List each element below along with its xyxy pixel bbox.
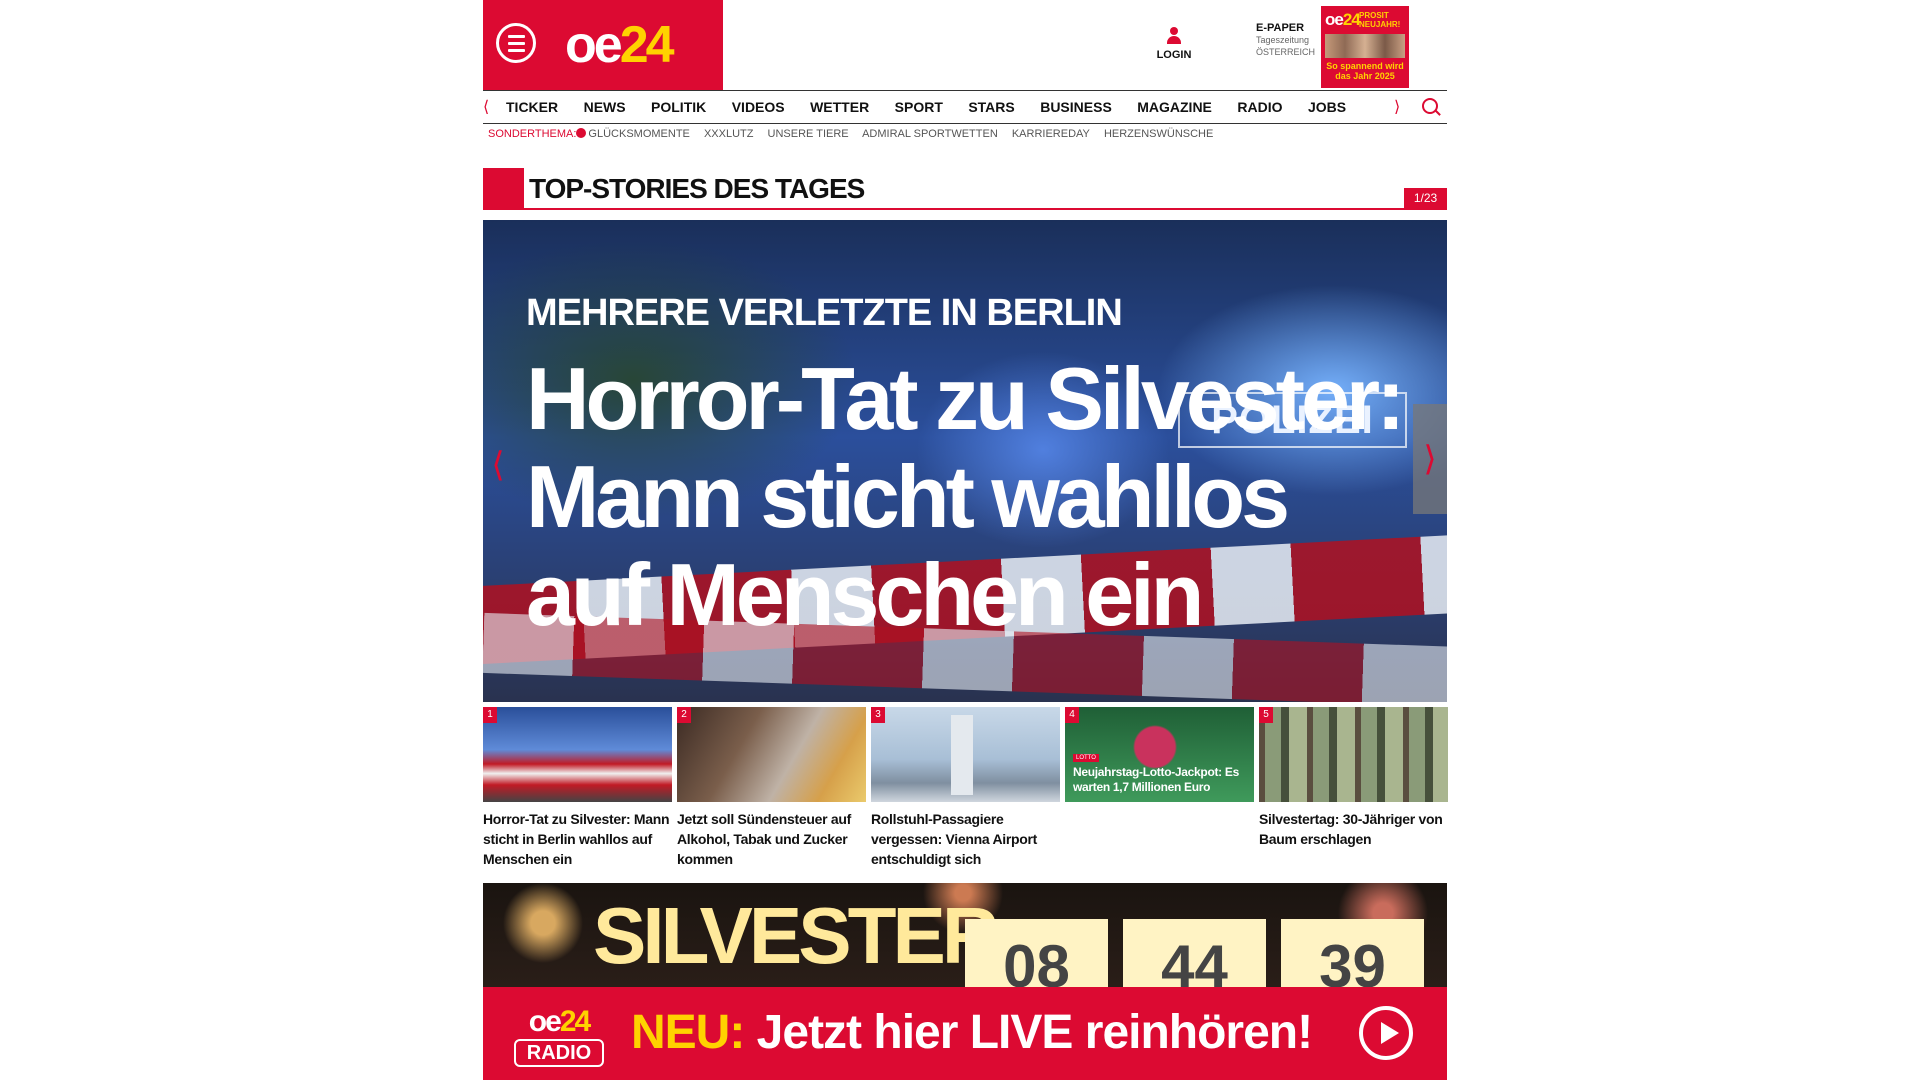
nav-prev-icon[interactable]: ⟨ [483,97,489,117]
nav-item-ticker[interactable]: TICKER [506,99,558,115]
story-caption[interactable]: Jetzt soll Sündensteuer auf Alkohol, Tab… [677,809,866,869]
story-card[interactable]: 4 LOTTO Neujahrstag-Lotto-Jackpot: Es wa… [1065,707,1254,809]
nav-item-radio[interactable]: RADIO [1237,99,1282,115]
radio-logo-label: RADIO [514,1039,604,1067]
slide-counter: 1/23 [1404,188,1447,208]
story-number: 4 [1065,707,1079,723]
search-icon[interactable] [1422,98,1438,114]
subnav-item-karriereday[interactable]: KARRIEREDAY [1012,128,1090,140]
subnav-item-herzenswuensche[interactable]: HERZENSWÜNSCHE [1104,128,1213,140]
epaper-cover-image[interactable]: oe24 PROSIT NEUJAHR! So spannend wird da… [1321,6,1409,88]
lotto-tag: LOTTO [1073,754,1099,762]
subnav-label: SONDERTHEMA: [488,128,577,140]
hero-headline[interactable]: Horror-Tat zu Silvester: Mann sticht wah… [526,350,1426,644]
story-caption[interactable]: Silvestertag: 30-Jähriger von Baum ersch… [1259,809,1448,849]
story-overlay-title[interactable]: Neujahrstag-Lotto-Jackpot: Es warten 1,7… [1073,765,1248,795]
story-number: 3 [871,707,885,723]
countdown-title: SILVESTER [593,891,1000,980]
nav-item-news[interactable]: NEWS [584,99,626,115]
subnav-item-admiral[interactable]: ADMIRAL SPORTWETTEN [862,128,998,140]
cover-photo [1325,34,1405,58]
radio-live-bar[interactable]: oe24 RADIO NEU: Jetzt hier LIVE reinhöre… [483,987,1447,1080]
epaper-subtitle: Tageszeitung [1256,35,1310,45]
story-card[interactable]: 5 Silvestertag: 30-Jähriger von Baum ers… [1259,707,1448,849]
epaper-title: E-PAPER [1256,22,1305,34]
header: oe24 LOGIN E-PAPER Tageszeitung ÖSTERREI… [483,0,1447,90]
story-image[interactable]: 5 [1259,707,1448,802]
play-icon[interactable] [1359,1006,1413,1060]
menu-icon[interactable] [496,23,536,63]
story-image[interactable]: 3 [871,707,1060,802]
countdown-seconds: 39 [1281,919,1424,987]
section-header: TOP-STORIES DES TAGES 1/23 [483,168,1447,210]
story-caption[interactable]: Rollstuhl-Passagiere vergessen: Vienna A… [871,809,1060,869]
story-image[interactable]: 4 LOTTO Neujahrstag-Lotto-Jackpot: Es wa… [1065,707,1254,802]
nav-item-politik[interactable]: POLITIK [651,99,706,115]
subnav-item-unsere-tiere[interactable]: UNSERE TIERE [768,128,849,140]
hero-kicker: MEHRERE VERLETZTE IN BERLIN [526,292,1123,334]
section-accent [483,168,524,210]
story-number: 5 [1259,707,1273,723]
main-nav: ⟨ TICKER NEWS POLITIK VIDEOS WETTER SPOR… [483,90,1447,124]
countdown-minutes: 44 [1123,919,1266,987]
countdown-hours: 08 [965,919,1108,987]
nav-item-magazine[interactable]: MAGAZINE [1137,99,1212,115]
radio-logo-brand: oe24 [528,1005,591,1038]
nav-item-sport[interactable]: SPORT [895,99,943,115]
section-title: TOP-STORIES DES TAGES [529,173,865,204]
nav-item-jobs[interactable]: JOBS [1308,99,1346,115]
story-number: 1 [483,707,497,723]
subnav-item-xxxlutz[interactable]: XXXLUTZ [704,128,754,140]
epaper-country: ÖSTERREICH [1256,47,1316,57]
nav-list: TICKER NEWS POLITIK VIDEOS WETTER SPORT … [506,99,1367,117]
story-image[interactable]: 1 [483,707,672,802]
radio-cta[interactable]: NEU: Jetzt hier LIVE reinhören! [631,1004,1313,1062]
story-card[interactable]: 1 Horror-Tat zu Silvester: Mann sticht i… [483,707,672,869]
hero-prev-icon[interactable]: ⟨ [483,410,513,520]
subnav: SONDERTHEMA: GLÜCKSMOMENTE XXXLUTZ UNSERE… [488,128,1224,140]
silvester-countdown-banner[interactable]: SILVESTER 08 44 39 [483,883,1447,987]
section-divider [524,208,1447,210]
radio-new-label: NEU: [631,1006,745,1059]
nav-item-wetter[interactable]: WETTER [810,99,869,115]
story-card[interactable]: 3 Rollstuhl-Passagiere vergessen: Vienna… [871,707,1060,869]
radio-cta-text: Jetzt hier LIVE reinhören! [756,1006,1313,1059]
nav-item-business[interactable]: BUSINESS [1040,99,1112,115]
login-label: LOGIN [1156,49,1192,61]
page: oe24 LOGIN E-PAPER Tageszeitung ÖSTERREI… [483,0,1448,1080]
nav-item-videos[interactable]: VIDEOS [732,99,785,115]
logo-area[interactable]: oe24 [483,0,723,90]
login-button[interactable]: LOGIN [1154,27,1194,61]
story-caption[interactable]: Horror-Tat zu Silvester: Mann sticht in … [483,809,672,869]
cover-logo: oe24 [1325,10,1361,29]
cover-teaser: So spannend wird das Jahr 2025 [1326,61,1404,81]
user-icon [1167,27,1181,45]
nav-next-icon[interactable]: ⟩ [1394,97,1400,117]
story-number: 2 [677,707,691,723]
subnav-item-gluecksmomente[interactable]: GLÜCKSMOMENTE [588,128,689,140]
cover-headline: PROSIT NEUJAHR! [1359,11,1401,29]
story-strip: 1 Horror-Tat zu Silvester: Mann sticht i… [483,707,1448,882]
site-logo[interactable]: oe24 [565,15,675,75]
airport-tower [951,715,973,795]
nav-item-stars[interactable]: STARS [968,99,1014,115]
hero-story[interactable]: POLIZEI MEHRERE VERLETZTE IN BERLIN Horr… [483,220,1447,702]
clover-icon [576,128,587,138]
hero-next-icon[interactable]: ⟩ [1413,404,1447,514]
epaper-link[interactable]: E-PAPER Tageszeitung ÖSTERREICH [1256,22,1326,58]
story-image[interactable]: 2 [677,707,866,802]
story-card[interactable]: 2 Jetzt soll Sündensteuer auf Alkohol, T… [677,707,866,869]
radio-logo: oe24 RADIO [514,1007,604,1067]
